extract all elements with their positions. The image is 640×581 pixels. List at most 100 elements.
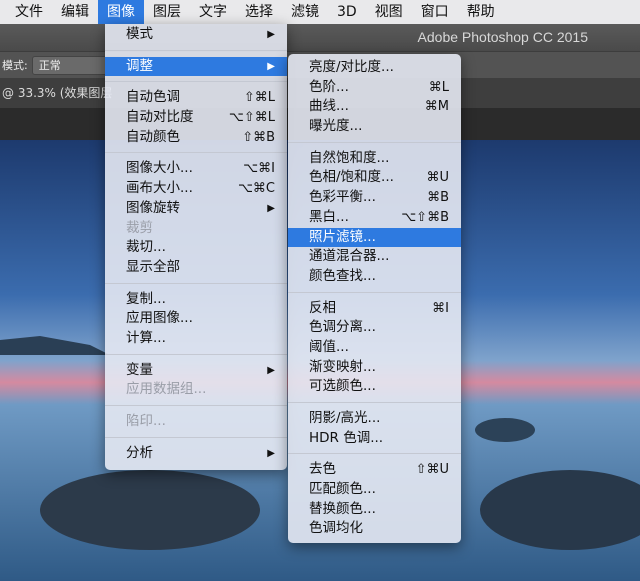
menu-item-label: 变量	[126, 361, 153, 378]
menu-item-label: 匹配颜色...	[309, 481, 376, 498]
menu-5[interactable]: 选择	[236, 0, 282, 24]
menu-separator	[105, 45, 287, 57]
menu-item[interactable]: 变量 ▶	[105, 361, 287, 381]
app-title: Adobe Photoshop CC 2015	[417, 29, 588, 45]
menu-item[interactable]: 颜色查找...	[288, 267, 461, 287]
chevron-right-icon: ▶	[267, 60, 275, 72]
menu-10[interactable]: 帮助	[458, 0, 504, 24]
menu-item-label: 阈值...	[309, 338, 349, 355]
menu-3[interactable]: 图层	[144, 0, 190, 24]
menu-item-label: 分析	[126, 444, 153, 461]
menu-item[interactable]: 画布大小... ⌥⌘C	[105, 179, 287, 199]
menu-item-label: 自然饱和度...	[309, 149, 390, 166]
menu-item[interactable]: 自动对比度 ⌥⇧⌘L	[105, 108, 287, 128]
menu-item-label: 色相/饱和度...	[309, 169, 394, 186]
menu-item[interactable]: 分析 ▶	[105, 444, 287, 464]
menu-item[interactable]: 调整 ▶	[105, 56, 287, 77]
menu-item[interactable]: 黑白... ⌥⇧⌘B	[288, 208, 461, 228]
menu-item[interactable]: 显示全部	[105, 258, 287, 278]
menu-item-label: 曝光度...	[309, 118, 363, 135]
menu-item-label: 自动对比度	[126, 109, 194, 126]
shortcut: ⌘L	[428, 79, 449, 95]
menu-item[interactable]: 应用图像...	[105, 309, 287, 329]
menu-item: 应用数据组...	[105, 380, 287, 400]
menu-item-label: 画布大小...	[126, 180, 193, 197]
menu-item[interactable]: 色阶... ⌘L	[288, 78, 461, 98]
menu-item-label: 照片滤镜...	[309, 228, 376, 245]
menu-item[interactable]: 可选颜色...	[288, 377, 461, 397]
chevron-right-icon: ▶	[267, 202, 275, 214]
menu-item[interactable]: 模式 ▶	[105, 25, 287, 45]
menu-item[interactable]: 替换颜色...	[288, 500, 461, 520]
menu-item-label: 反相	[309, 299, 336, 316]
menu-9[interactable]: 窗口	[412, 0, 458, 24]
menu-item[interactable]: 色相/饱和度... ⌘U	[288, 168, 461, 188]
menu-item-label: 去色	[309, 461, 336, 478]
menu-separator	[105, 278, 287, 290]
menu-item[interactable]: 自动色调 ⇧⌘L	[105, 88, 287, 108]
shortcut: ⌥⇧⌘L	[228, 110, 275, 126]
menu-item-label: 应用数据组...	[126, 381, 207, 398]
shortcut: ⌘B	[427, 190, 449, 206]
shortcut: ⌘U	[426, 170, 449, 186]
menu-item[interactable]: 照片滤镜...	[288, 227, 461, 248]
shortcut: ⌥⌘C	[237, 181, 275, 197]
menu-item[interactable]: 计算...	[105, 329, 287, 349]
menu-1[interactable]: 编辑	[52, 0, 98, 24]
shortcut: ⇧⌘U	[415, 462, 449, 478]
menu-item[interactable]: 色调均化	[288, 519, 461, 539]
menu-item-label: 阴影/高光...	[309, 410, 381, 426]
menu-item-label: 黑白...	[309, 208, 349, 225]
menu-item-label: 自动颜色	[126, 128, 180, 145]
image-menu: 模式 ▶ 调整 ▶ 自动色调 ⇧⌘L 自动对比度 ⌥⇧⌘L 自动颜色 ⇧⌘B 图像大小... ⌥⌘I 画…	[105, 24, 287, 470]
menu-item-label: 亮度/对比度...	[309, 59, 394, 75]
menu-separator	[288, 397, 461, 409]
menu-item[interactable]: 反相 ⌘I	[288, 299, 461, 319]
menu-item[interactable]: 阴影/高光...	[288, 409, 461, 429]
menu-item[interactable]: 自然饱和度...	[288, 149, 461, 169]
menu-item-label: 图像旋转	[126, 199, 180, 216]
menu-item[interactable]: 亮度/对比度...	[288, 58, 461, 78]
menu-item-label: 色调均化	[309, 520, 363, 537]
menu-item-label: 裁剪	[126, 219, 153, 236]
menu-separator	[105, 349, 287, 361]
menu-item-label: 复制...	[126, 290, 166, 307]
menu-7[interactable]: 3D	[328, 0, 366, 24]
shortcut: ⌘I	[432, 300, 449, 316]
shortcut: ⌥⌘I	[243, 161, 275, 177]
menu-item-label: 曲线...	[309, 98, 349, 115]
menu-item[interactable]: 渐变映射...	[288, 358, 461, 378]
menu-separator	[105, 432, 287, 444]
menu-item[interactable]: 裁切...	[105, 238, 287, 258]
menu-separator	[105, 400, 287, 412]
menu-item[interactable]: 曝光度...	[288, 117, 461, 137]
menu-item[interactable]: 图像旋转 ▶	[105, 199, 287, 219]
menu-item-label: 计算...	[126, 329, 166, 346]
menu-6[interactable]: 滤镜	[282, 0, 328, 24]
menu-item[interactable]: 阈值...	[288, 338, 461, 358]
menu-item-label: 通道混合器...	[309, 248, 390, 265]
menu-item: 陷印...	[105, 412, 287, 432]
menu-0[interactable]: 文件	[6, 0, 52, 24]
menu-item-label: 渐变映射...	[309, 358, 376, 375]
menu-8[interactable]: 视图	[366, 0, 412, 24]
menu-item[interactable]: 复制...	[105, 290, 287, 310]
menu-item[interactable]: 通道混合器...	[288, 247, 461, 267]
menu-item[interactable]: 自动颜色 ⇧⌘B	[105, 128, 287, 148]
menu-item[interactable]: 曲线... ⌘M	[288, 97, 461, 117]
menu-4[interactable]: 文字	[190, 0, 236, 24]
menu-2[interactable]: 图像	[98, 0, 144, 24]
menu-item[interactable]: 匹配颜色...	[288, 480, 461, 500]
menu-item-label: 自动色调	[126, 89, 180, 106]
adjustments-submenu: 亮度/对比度... 色阶... ⌘L 曲线... ⌘M 曝光度... 自然饱和度... 色相/…	[288, 54, 461, 543]
mode-label: 模式:	[2, 59, 28, 72]
shortcut: ⇧⌘L	[243, 90, 275, 106]
menu-item[interactable]: HDR 色调...	[288, 429, 461, 449]
menu-item-label: 颜色查找...	[309, 267, 376, 284]
shortcut: ⇧⌘B	[242, 129, 275, 145]
document-tab-label: @ 33.3% (效果图层	[2, 86, 113, 100]
menu-item[interactable]: 色彩平衡... ⌘B	[288, 188, 461, 208]
menu-item[interactable]: 色调分离...	[288, 318, 461, 338]
menu-item[interactable]: 图像大小... ⌥⌘I	[105, 159, 287, 179]
menu-item[interactable]: 去色 ⇧⌘U	[288, 460, 461, 480]
